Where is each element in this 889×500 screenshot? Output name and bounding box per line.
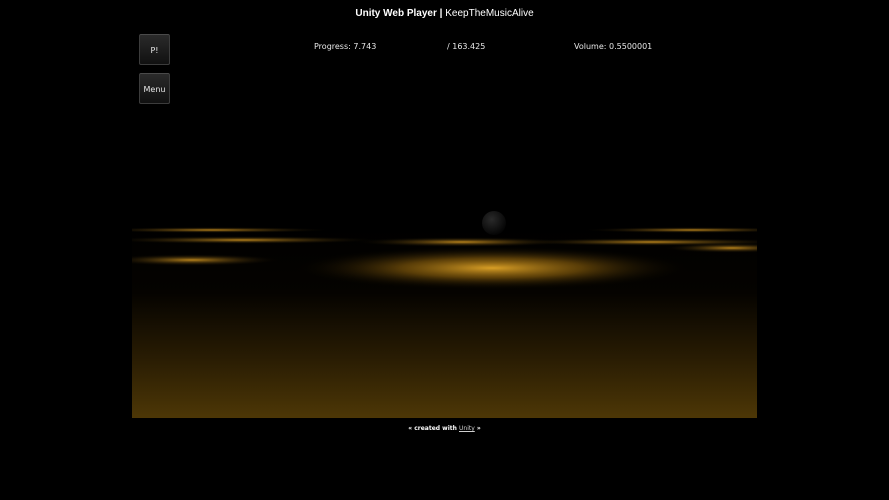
game-title: KeepTheMusicAlive (445, 8, 534, 19)
app-name: Unity Web Player (355, 8, 437, 19)
page-header: Unity Web Player | KeepTheMusicAlive (0, 8, 889, 20)
game-scene (132, 30, 757, 418)
horizon-streak (352, 237, 572, 247)
sphere-object (482, 211, 506, 235)
light-pool (292, 246, 692, 290)
footer-suffix: » (476, 425, 481, 432)
header-separator: | (439, 8, 443, 19)
progress-value: 7.743 (353, 42, 377, 51)
menu-button[interactable]: Menu (139, 73, 170, 104)
progress-label: Progress: (314, 42, 351, 51)
footer-prefix: « created with (408, 425, 457, 432)
progress-readout: Progress: 7.743 (314, 42, 376, 52)
volume-label: Volume: (574, 42, 607, 51)
total-length: / 163.425 (447, 42, 486, 51)
unity-link[interactable]: Unity (459, 425, 475, 432)
unity-player[interactable]: P! Menu Progress: 7.743 / 163.425 Volume… (132, 30, 757, 418)
footer: « created with Unity » (0, 425, 889, 433)
volume-value: 0.5500001 (609, 42, 653, 51)
volume-readout: Volume: 0.5500001 (574, 42, 652, 52)
p-button[interactable]: P! (139, 34, 170, 65)
